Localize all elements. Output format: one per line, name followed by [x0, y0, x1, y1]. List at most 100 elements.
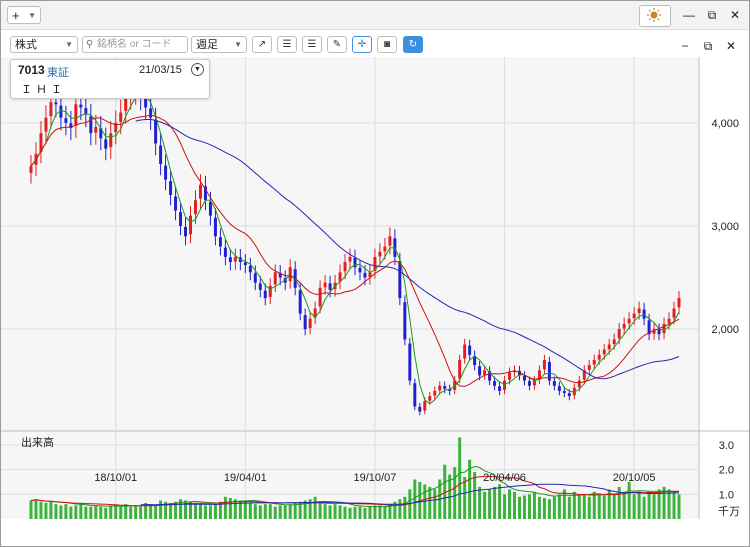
- candle-body: [233, 256, 237, 262]
- volume-bar: [328, 505, 332, 519]
- volume-bar: [478, 486, 482, 519]
- theme-button[interactable]: [639, 5, 671, 27]
- volume-bar: [378, 505, 382, 519]
- candle-body: [508, 372, 512, 380]
- volume-bar: [258, 505, 262, 519]
- screenshot-button[interactable]: ◙: [377, 36, 397, 53]
- volume-bar: [223, 496, 227, 519]
- volume-bar: [39, 501, 43, 519]
- volume-bar: [74, 505, 78, 519]
- volume-bar: [532, 491, 536, 519]
- crosshair-button[interactable]: ✛: [352, 36, 372, 53]
- align-left-button[interactable]: ☰: [277, 36, 297, 53]
- refresh-button[interactable]: ↻: [403, 36, 423, 53]
- candle-body: [54, 102, 58, 105]
- volume-bar: [84, 506, 88, 519]
- window-minimize-button[interactable]: —: [680, 6, 698, 24]
- price-tick-label: 2,000: [711, 324, 739, 336]
- volume-bar: [273, 506, 277, 519]
- new-tab-button[interactable]: + ▼: [7, 6, 41, 24]
- candle-body: [443, 386, 447, 389]
- window-close-button[interactable]: ✕: [726, 6, 744, 24]
- volume-bar: [253, 504, 257, 519]
- price-tick-label: 4,000: [711, 118, 739, 130]
- stock-name: ＩＨＩ: [21, 84, 66, 96]
- volume-bar: [159, 500, 163, 519]
- candle-body: [228, 257, 232, 263]
- volume-bar: [562, 489, 566, 519]
- candle-body: [208, 201, 212, 216]
- window-maximize-button[interactable]: ⧉: [703, 6, 721, 24]
- candle-body: [433, 390, 437, 396]
- refresh-icon: ↻: [408, 39, 418, 50]
- volume-bar: [667, 489, 671, 519]
- candle-body: [318, 287, 322, 307]
- volume-bar: [677, 494, 681, 519]
- market-select[interactable]: 株式 ▼: [10, 36, 78, 53]
- candle-body: [328, 283, 332, 290]
- candle-body: [109, 133, 113, 148]
- new-tab-label: +: [12, 8, 20, 23]
- volume-bar: [363, 507, 367, 519]
- align-right-icon: ☰: [307, 39, 317, 50]
- align-right-button[interactable]: ☰: [302, 36, 322, 53]
- volume-bar: [54, 504, 58, 519]
- candle-body: [303, 315, 307, 330]
- volume-bar: [293, 502, 297, 519]
- candle-body: [44, 117, 48, 132]
- volume-bar: [358, 506, 362, 519]
- search-input[interactable]: ⚲ 銘柄名 or コード: [82, 36, 188, 53]
- chevron-down-icon[interactable]: ▼: [191, 63, 204, 76]
- candle-body: [383, 246, 387, 252]
- candle-body: [642, 309, 646, 319]
- candle-body: [413, 383, 417, 407]
- volume-bar: [473, 472, 477, 519]
- price-tick-label: 3,000: [711, 221, 739, 233]
- chevron-down-icon: ▼: [234, 40, 242, 49]
- pencil-icon: ✎: [332, 39, 342, 50]
- candle-body: [263, 290, 267, 299]
- volume-bar: [154, 505, 158, 519]
- trendline-button[interactable]: ↗: [252, 36, 272, 53]
- volume-bar: [672, 491, 676, 519]
- volume-bar: [213, 504, 217, 519]
- volume-bar: [498, 484, 502, 519]
- candle-body: [74, 104, 78, 126]
- draw-button[interactable]: ✎: [327, 36, 347, 53]
- volume-title: 出来高: [21, 435, 54, 449]
- candle-body: [378, 251, 382, 257]
- candle-body: [64, 118, 68, 123]
- volume-tick-label: 1.0: [719, 489, 734, 501]
- pane-restore-button[interactable]: ⧉: [700, 38, 716, 54]
- candle-body: [308, 318, 312, 329]
- volume-bar: [198, 504, 202, 519]
- volume-bar: [383, 506, 387, 519]
- volume-bar: [527, 494, 531, 519]
- candle-body: [468, 345, 472, 355]
- volume-bar: [567, 496, 571, 519]
- candle-body: [567, 393, 571, 397]
- volume-bar: [398, 499, 402, 519]
- volume-bar: [353, 506, 357, 519]
- volume-bar: [288, 504, 292, 519]
- pane-close-button[interactable]: ✕: [723, 38, 739, 54]
- candle-body: [458, 359, 462, 379]
- volume-bar: [483, 491, 487, 519]
- pane-minimize-button[interactable]: −: [677, 38, 693, 54]
- candle-body: [637, 308, 641, 314]
- volume-bar: [552, 496, 556, 519]
- candle-body: [174, 196, 178, 211]
- volume-bar: [458, 437, 462, 519]
- stock-info-panel[interactable]: 7013 東証 21/03/15 ▼ ＩＨＩ: [10, 59, 210, 99]
- volume-bar: [488, 489, 492, 519]
- x-tick-label: 19/04/01: [224, 472, 267, 484]
- candle-body: [154, 120, 158, 144]
- volume-bar: [612, 494, 616, 519]
- candle-body: [562, 391, 566, 393]
- period-select[interactable]: 週足 ▼: [191, 36, 247, 53]
- price-chart[interactable]: 18/10/01 19/04/01 19/10/07 20/04/06 20/10/05…: [1, 57, 749, 521]
- volume-bar: [248, 502, 252, 519]
- volume-bar: [268, 504, 272, 519]
- volume-bar: [134, 505, 138, 519]
- candle-body: [124, 97, 128, 112]
